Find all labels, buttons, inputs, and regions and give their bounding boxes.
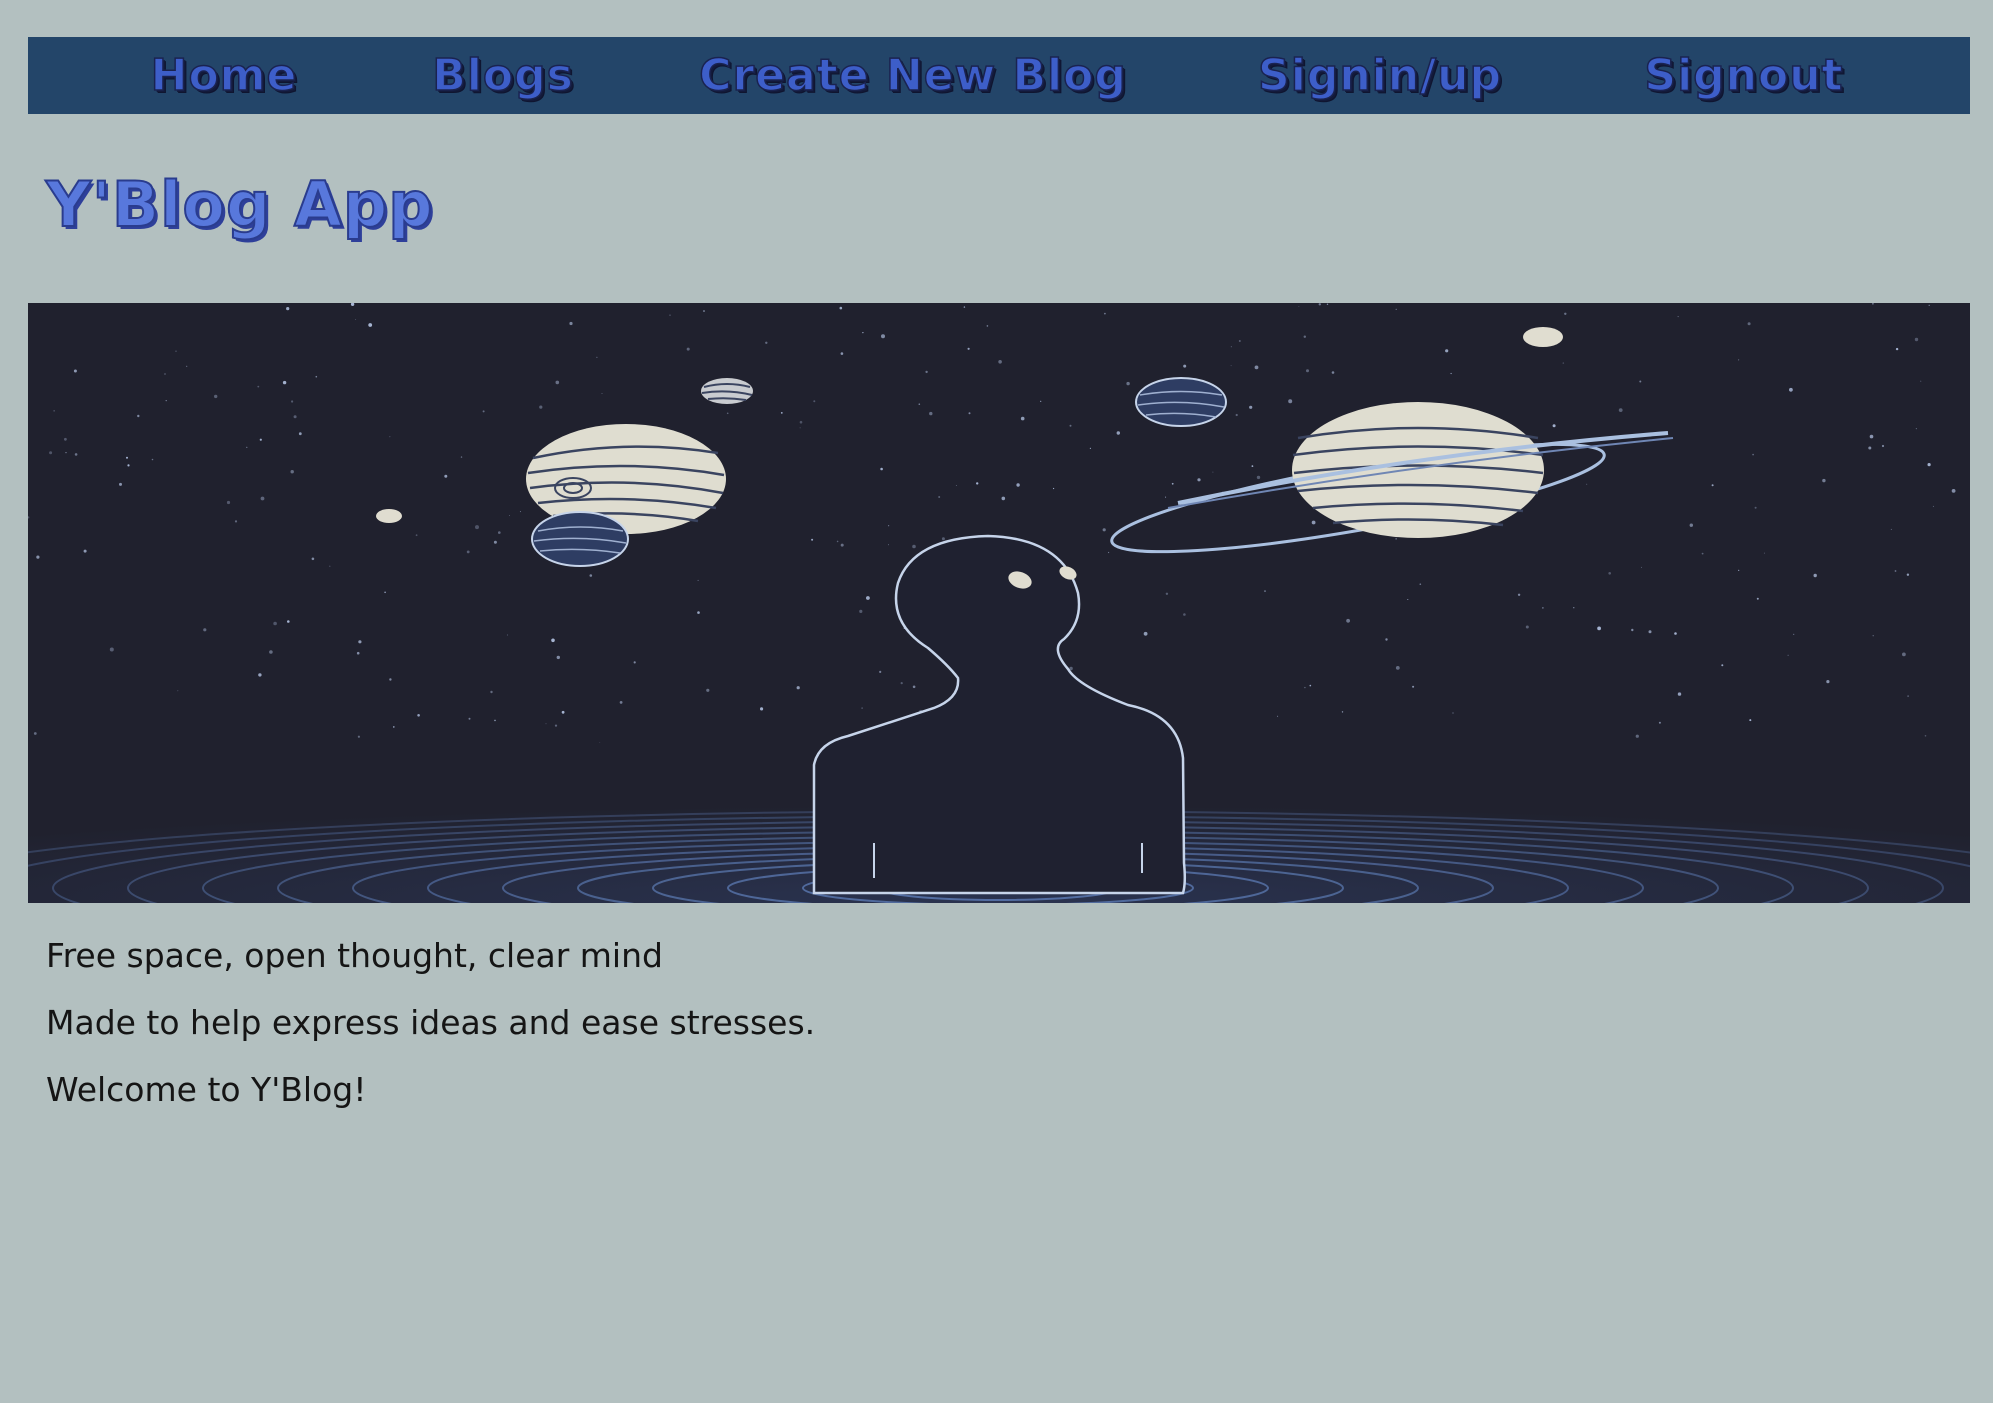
nav-create-new-blog-link[interactable]: Create New Blog	[698, 37, 1127, 114]
small-moon-right	[1523, 327, 1563, 347]
small-planet-top	[701, 378, 753, 404]
welcome-line: Welcome to Y'Blog!	[46, 1070, 367, 1109]
top-navbar: Home Blogs Create New Blog Signin/up Sig…	[28, 37, 1970, 114]
app-title: Y'Blog App	[45, 167, 434, 242]
tagline-line-2: Made to help express ideas and ease stre…	[46, 1003, 816, 1042]
small-moon-left	[376, 509, 402, 523]
nav-home-link[interactable]: Home	[150, 37, 298, 114]
tagline-line-1: Free space, open thought, clear mind	[46, 936, 663, 975]
blue-planet-left	[531, 511, 629, 567]
hero-illustration	[28, 303, 1970, 903]
nav-signout-link[interactable]: Signout	[1644, 37, 1844, 114]
nav-signin-signup-link[interactable]: Signin/up	[1257, 37, 1502, 114]
blue-planet-top-right	[1135, 377, 1227, 427]
hero-banner-image	[28, 303, 1970, 903]
nav-blogs-link[interactable]: Blogs	[431, 37, 574, 114]
